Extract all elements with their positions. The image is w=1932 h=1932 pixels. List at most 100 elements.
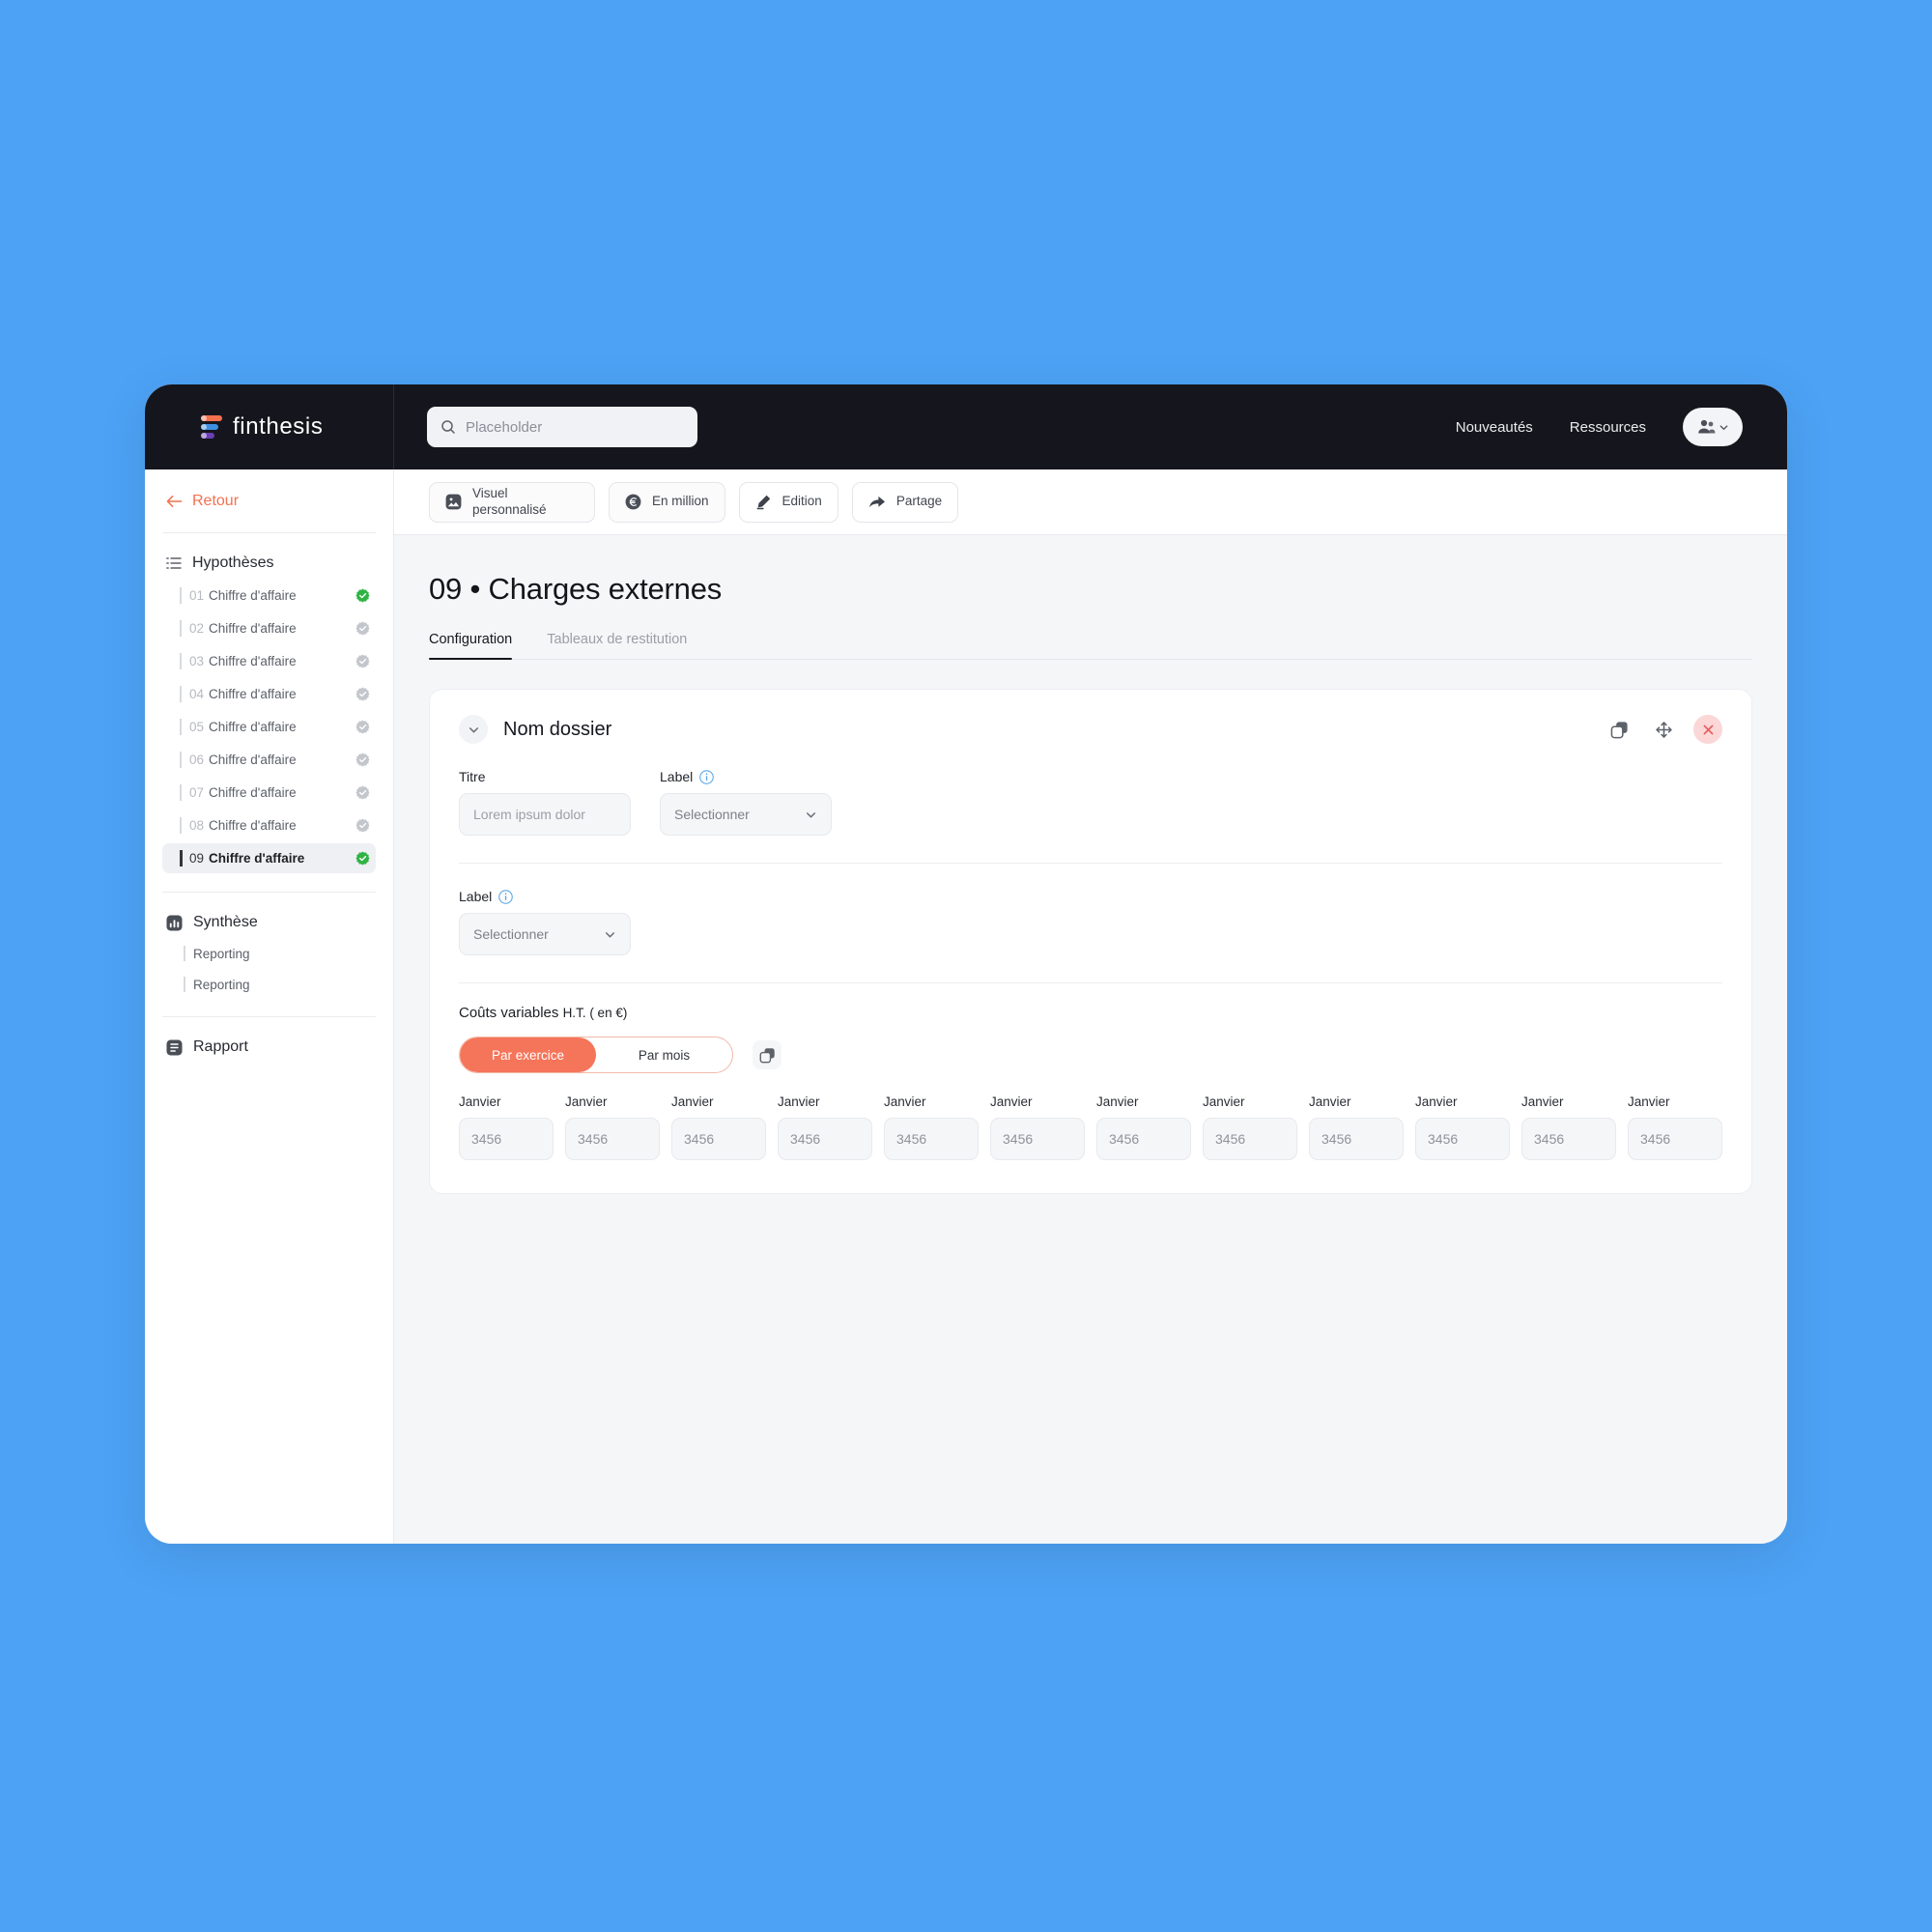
search-input[interactable]: Placeholder (427, 407, 697, 447)
nav-item-label: Chiffre d'affaire (209, 621, 297, 636)
sidebar-item-hypothese-07[interactable]: 07 Chiffre d'affaire (162, 778, 376, 808)
list-icon (166, 557, 182, 569)
month-value-input[interactable]: 3456 (1415, 1118, 1510, 1160)
verified-check-icon (355, 588, 370, 603)
partage-button[interactable]: Partage (851, 481, 959, 523)
field-label-text: Label (660, 769, 694, 784)
month-label: Janvier (1309, 1094, 1351, 1109)
field-row-2: Label Selectionner (459, 889, 1722, 955)
month-inputs-grid: Janvier 3456 Janvier 3456 Janvier 3456 J… (459, 1094, 1722, 1160)
sidebar-item-hypothese-02[interactable]: 02 Chiffre d'affaire (162, 613, 376, 643)
field-row-1: Titre Lorem ipsum dolor Label Selectionn… (459, 769, 1722, 836)
nav-item-number: 01 (189, 588, 205, 603)
cost-section-title: Coûts variables H.T. ( en €) (459, 1005, 1722, 1021)
month-column: Janvier 3456 (1309, 1094, 1404, 1160)
status-badge-done (355, 851, 370, 866)
edition-button[interactable]: Edition (738, 481, 838, 523)
sidebar-item-reporting-1[interactable]: Reporting (162, 939, 376, 968)
month-value-input[interactable]: 3456 (990, 1118, 1085, 1160)
en-million-button[interactable]: En million (609, 481, 725, 523)
month-value-input[interactable]: 3456 (1203, 1118, 1297, 1160)
nav-item-number: 07 (189, 785, 205, 800)
month-value-input[interactable]: 3456 (671, 1118, 766, 1160)
titre-input[interactable]: Lorem ipsum dolor (459, 793, 631, 836)
month-value-input[interactable]: 3456 (884, 1118, 979, 1160)
info-icon[interactable] (699, 769, 715, 784)
status-badge-pending (355, 621, 370, 636)
month-label: Janvier (1521, 1094, 1564, 1109)
month-value-input[interactable]: 3456 (1628, 1118, 1722, 1160)
delete-card-button[interactable] (1693, 715, 1722, 744)
sidebar-item-hypothese-04[interactable]: 04 Chiffre d'affaire (162, 679, 376, 709)
sidebar-section-title: Synthèse (193, 914, 258, 930)
month-value-input[interactable]: 3456 (778, 1118, 872, 1160)
field-label-select-1: Label Selectionner (660, 769, 832, 836)
nav-item-label: Chiffre d'affaire (209, 687, 297, 701)
info-icon[interactable] (498, 889, 514, 904)
tab-configuration[interactable]: Configuration (429, 632, 513, 660)
month-column: Janvier 3456 (990, 1094, 1085, 1160)
nav-item-number: 06 (189, 753, 205, 767)
sidebar-section-header-synthese[interactable]: Synthèse (162, 914, 376, 937)
month-value-input[interactable]: 3456 (459, 1118, 554, 1160)
sidebar-section-header-hypotheses[interactable]: Hypothèses (162, 554, 376, 578)
sidebar-item-reporting-2[interactable]: Reporting (162, 970, 376, 999)
sidebar: Retour Hypothèses 01 Chiffre d'affaire 0… (145, 469, 394, 1544)
period-segmented-control: Par exercice Par mois (459, 1037, 733, 1073)
back-button[interactable]: Retour (162, 469, 376, 533)
card-title: Nom dossier (503, 718, 612, 740)
month-value-input[interactable]: 3456 (1309, 1118, 1404, 1160)
copy-icon (759, 1047, 775, 1063)
segment-par-mois[interactable]: Par mois (596, 1037, 732, 1072)
status-badge-pending (355, 720, 370, 734)
sidebar-section-header-rapport[interactable]: Rapport (162, 1038, 376, 1062)
nav-item-label: Chiffre d'affaire (209, 753, 297, 767)
nav-item-label: Chiffre d'affaire (209, 785, 297, 800)
month-column: Janvier 3456 (459, 1094, 554, 1160)
duplicate-values-button[interactable] (753, 1040, 781, 1069)
duplicate-card-button[interactable] (1605, 715, 1634, 744)
segment-par-exercice[interactable]: Par exercice (460, 1037, 596, 1072)
copy-icon (1610, 721, 1628, 738)
month-value-input[interactable]: 3456 (1521, 1118, 1616, 1160)
field-label-select-2: Label Selectionner (459, 889, 631, 955)
chevron-down-icon (806, 811, 816, 817)
sidebar-section-title: Rapport (193, 1038, 248, 1055)
search-icon (441, 420, 455, 434)
month-column: Janvier 3456 (1521, 1094, 1616, 1160)
sidebar-item-hypothese-06[interactable]: 06 Chiffre d'affaire (162, 745, 376, 775)
sidebar-item-hypothese-01[interactable]: 01 Chiffre d'affaire (162, 581, 376, 611)
sidebar-item-hypothese-03[interactable]: 03 Chiffre d'affaire (162, 646, 376, 676)
month-value-input[interactable]: 3456 (565, 1118, 660, 1160)
card-collapse-button[interactable] (459, 715, 488, 744)
month-column: Janvier 3456 (1628, 1094, 1722, 1160)
tab-tableaux-de-restitution[interactable]: Tableaux de restitution (547, 632, 687, 659)
label-select-2[interactable]: Selectionner (459, 913, 631, 955)
sidebar-item-hypothese-08[interactable]: 08 Chiffre d'affaire (162, 810, 376, 840)
status-badge-done (355, 588, 370, 603)
month-label: Janvier (778, 1094, 820, 1109)
visuel-personnalise-button[interactable]: Visuel personnalisé (429, 481, 595, 523)
nav-item-label: Chiffre d'affaire (209, 654, 297, 668)
month-value-input[interactable]: 3456 (1096, 1118, 1191, 1160)
verified-check-icon (355, 818, 370, 833)
field-titre: Titre Lorem ipsum dolor (459, 769, 631, 836)
nav-link-ressources[interactable]: Ressources (1570, 419, 1646, 436)
sidebar-item-hypothese-05[interactable]: 05 Chiffre d'affaire (162, 712, 376, 742)
status-badge-pending (355, 818, 370, 833)
sidebar-item-hypothese-09[interactable]: 09 Chiffre d'affaire (162, 843, 376, 873)
field-label: Label (660, 769, 832, 784)
brand-zone[interactable]: finthesis (145, 384, 394, 469)
account-menu-button[interactable] (1683, 408, 1743, 446)
month-column: Janvier 3456 (778, 1094, 872, 1160)
arrow-left-icon (166, 495, 183, 507)
nav-item-number: 03 (189, 654, 205, 668)
nav-item-number: 04 (189, 687, 205, 701)
move-card-button[interactable] (1649, 715, 1678, 744)
bar-chart-icon (166, 914, 183, 931)
status-badge-pending (355, 785, 370, 800)
card-actions (1605, 715, 1722, 744)
nav-link-nouveautes[interactable]: Nouveautés (1456, 419, 1533, 436)
label-select-1[interactable]: Selectionner (660, 793, 832, 836)
cost-title-main: Coûts variables (459, 1005, 563, 1021)
